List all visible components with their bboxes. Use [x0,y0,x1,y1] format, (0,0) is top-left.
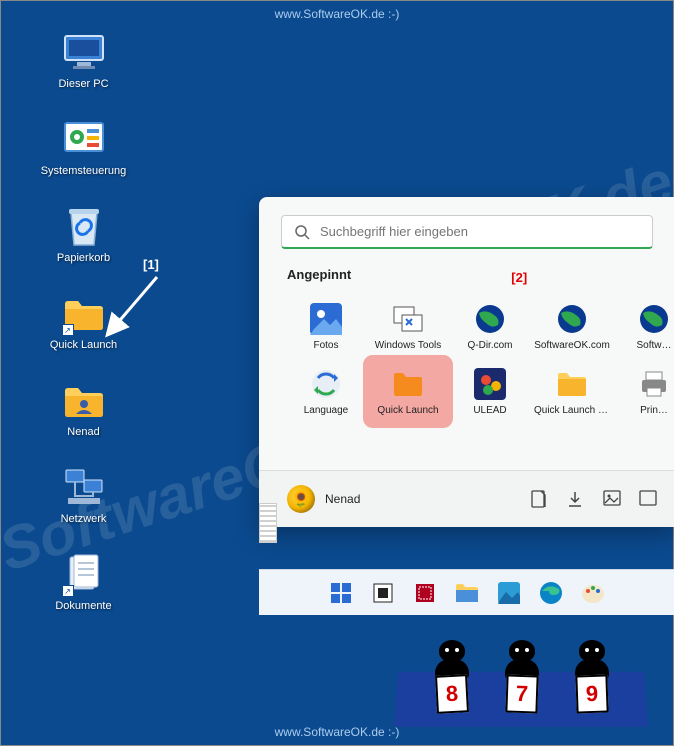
pinned-grid: Fotos Windows Tools Q-Dir.com SoftwareOK… [287,296,647,422]
pinned-label: Fotos [313,340,338,351]
desktop-icon-quick-launch[interactable]: ↗ Quick Launch [36,292,131,351]
annotation-2: [2] [511,270,527,285]
judge-3: 9 [564,640,619,679]
judge-1: 8 [424,640,479,679]
settings-action-icon[interactable] [639,490,657,508]
globe-recycle-icon [309,367,343,401]
desktop-icon-netzwerk[interactable]: Netzwerk [36,466,131,525]
desktop-icon-label: Netzwerk [61,513,107,525]
user-actions [531,490,657,508]
score-card: 9 [575,674,608,713]
desktop-icon-dieser-pc[interactable]: Dieser PC [36,31,131,90]
ulead-icon [473,367,507,401]
score-card: 8 [435,674,469,714]
pinned-label: Softw… [636,340,671,351]
pc-icon [62,31,106,75]
start-icon[interactable] [326,578,356,608]
globe-icon [555,302,589,336]
printer-icon [637,367,671,401]
annotation-1: [1] [143,257,159,272]
pinned-windows-tools[interactable]: Windows Tools [369,296,447,357]
pinned-label: Windows Tools [375,340,442,351]
desktop-icon-label: Dieser PC [58,78,108,90]
user-folder-icon [62,379,106,423]
folder-icon [391,367,425,401]
photos-icon [309,302,343,336]
pinned-label: Language [304,405,349,416]
desktop-icon-label: Papierkorb [57,252,110,264]
pinned-title: Angepinnt [287,267,351,282]
pinned-label: SoftwareOK.com [534,340,610,351]
watermark-top: www.SoftwareOK.de :-) [275,7,400,21]
user-avatar-icon[interactable]: 🌻 [287,485,315,513]
desktop-icon-dokumente[interactable]: ↗ Dokumente [36,553,131,612]
score-card: 7 [505,674,538,713]
watermark-bottom: www.SoftwareOK.de :-) [275,725,400,739]
desktop-icon-papierkorb[interactable]: Papierkorb [36,205,131,264]
desktop-icon-label: Systemsteuerung [41,165,127,177]
judges-cartoon: 8 7 9 [396,597,656,727]
pinned-language[interactable]: Language [287,361,365,422]
pinned-label: Quick Launch [377,405,438,416]
recycle-bin-icon [62,205,106,249]
user-name[interactable]: Nenad [325,492,360,506]
documents-action-icon[interactable] [531,490,549,508]
pinned-prin[interactable]: Prin… [615,361,674,422]
pinned-qdir[interactable]: Q-Dir.com [451,296,529,357]
search-input[interactable] [320,224,640,239]
pictures-action-icon[interactable] [603,490,621,508]
globe-icon [637,302,671,336]
pinned-quick-launch[interactable]: Quick Launch [369,361,447,422]
desktop-icon-label: Nenad [67,426,99,438]
shortcut-badge-icon: ↗ [62,585,74,597]
shortcut-badge-icon: ↗ [62,324,74,336]
task-black-icon[interactable] [368,578,398,608]
side-strip [259,503,277,543]
desktop-icons-column: Dieser PC Systemsteuerung Papierkorb ↗ Q… [36,31,131,612]
pinned-quick-launch-2[interactable]: Quick Launch (2) [533,361,611,422]
pinned-label: Prin… [640,405,668,416]
pinned-label: Quick Launch (2) [534,405,610,416]
download-action-icon[interactable] [567,490,585,508]
windows-tools-icon [391,302,425,336]
pinned-label: ULEAD [473,405,506,416]
start-menu: Angepinnt [2] Fotos Windows Tools Q-Dir.… [259,197,674,527]
desktop-icon-systemsteuerung[interactable]: Systemsteuerung [36,118,131,177]
pinned-label: Q-Dir.com [468,340,513,351]
network-icon [62,466,106,510]
judge-2: 7 [494,640,549,679]
pinned-ulead[interactable]: ULEAD [451,361,529,422]
user-bar: 🌻 Nenad [259,470,674,527]
folder-icon [555,367,589,401]
desktop-icon-label: Dokumente [55,600,111,612]
control-panel-icon [62,118,106,162]
desktop-icon-label: Quick Launch [50,339,117,351]
pinned-softw[interactable]: Softw… [615,296,674,357]
desktop-icon-nenad[interactable]: Nenad [36,379,131,438]
pinned-softwareok[interactable]: SoftwareOK.com [533,296,611,357]
globe-icon [473,302,507,336]
search-bar[interactable] [281,215,653,249]
search-icon [294,224,310,240]
pinned-fotos[interactable]: Fotos [287,296,365,357]
pinned-section: Angepinnt [2] Fotos Windows Tools Q-Dir.… [259,257,674,442]
